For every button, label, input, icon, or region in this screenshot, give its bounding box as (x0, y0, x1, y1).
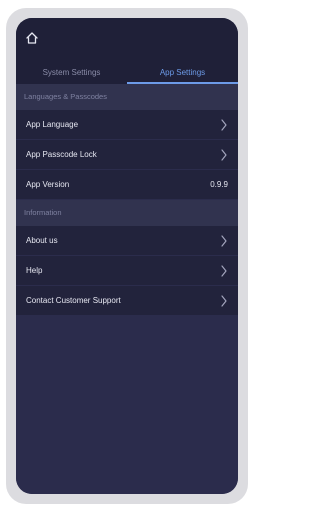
contact-support-row[interactable]: Contact Customer Support (16, 286, 238, 316)
empty-content-area (16, 336, 238, 494)
row-label: Help (26, 266, 43, 275)
chevron-right-icon (221, 235, 227, 247)
row-label: App Version (26, 180, 70, 189)
app-passcode-lock-row[interactable]: App Passcode Lock (16, 140, 238, 170)
app-version-value: 0.9.9 (210, 180, 228, 189)
app-screen: System Settings App Settings Languages &… (16, 18, 238, 494)
chevron-right-icon (221, 119, 227, 131)
settings-tabs: System Settings App Settings (16, 62, 238, 84)
row-label: App Passcode Lock (26, 150, 97, 159)
chevron-right-icon (221, 149, 227, 161)
help-row[interactable]: Help (16, 256, 238, 286)
section-header-information: Information (16, 200, 238, 226)
home-icon[interactable] (25, 31, 39, 45)
section-title: Information (24, 208, 62, 217)
section-title: Languages & Passcodes (24, 92, 107, 101)
top-bar: System Settings App Settings (16, 18, 238, 84)
phone-frame: System Settings App Settings Languages &… (6, 8, 248, 504)
tab-app-settings[interactable]: App Settings (127, 62, 238, 84)
chevron-right-icon (221, 265, 227, 277)
row-label: About us (26, 236, 58, 245)
tab-system-settings[interactable]: System Settings (16, 62, 127, 84)
app-version-row: App Version 0.9.9 (16, 170, 238, 200)
section-header-languages: Languages & Passcodes (16, 84, 238, 110)
row-label: App Language (26, 120, 79, 129)
row-label: Contact Customer Support (26, 296, 121, 305)
about-us-row[interactable]: About us (16, 226, 238, 256)
app-language-row[interactable]: App Language (16, 110, 238, 140)
chevron-right-icon (221, 295, 227, 307)
